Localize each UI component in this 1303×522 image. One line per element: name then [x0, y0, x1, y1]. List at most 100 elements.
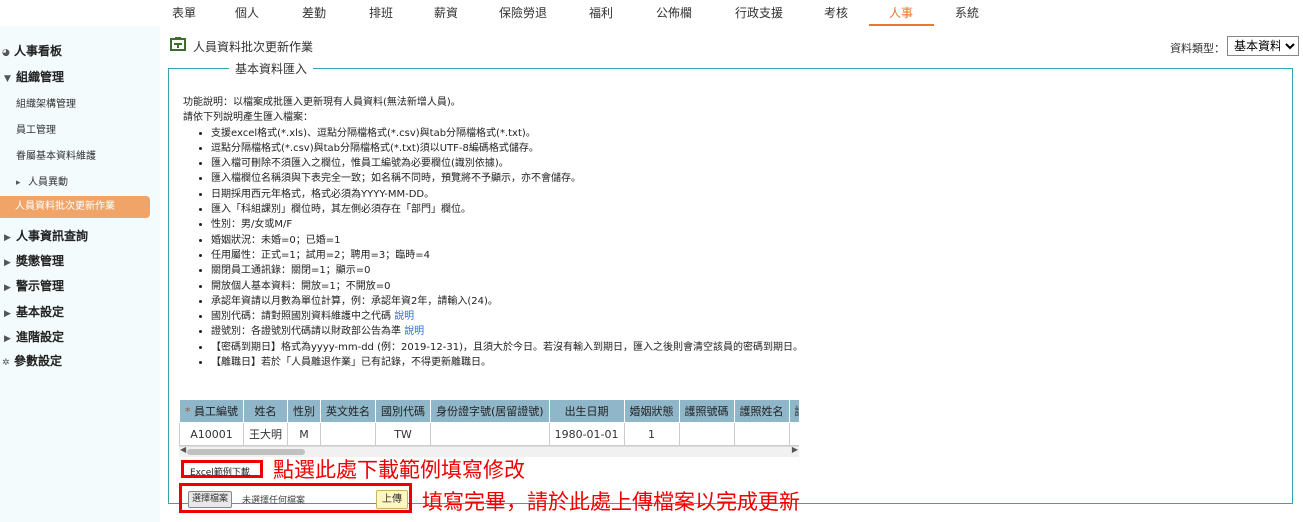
- instructions: 功能說明：以檔案成批匯入更新現有人員資料(無法新增人員)。 請依下列說明產生匯入…: [183, 95, 803, 370]
- col-header: 護照號碼: [678, 399, 735, 423]
- sidebar-item-basic[interactable]: ▶ 基本設定: [4, 303, 164, 320]
- download-highlight-box: Excel範例下載: [181, 460, 263, 478]
- scroll-right-icon[interactable]: ▶: [792, 445, 798, 454]
- sidebar-item-org-structure[interactable]: 組織架構管理: [16, 95, 176, 110]
- instruction-item: 【離職日】若於「人員離退作業」已有記錄，不得更新離職日。: [211, 355, 803, 370]
- col-header: 婚姻狀態: [623, 399, 680, 423]
- sidebar-item-advanced[interactable]: ▶ 進階設定: [4, 328, 164, 345]
- table-cell: 王大明: [243, 422, 288, 446]
- instruction-item: 任用屬性：正式=1；試用=2；聘用=3；臨時=4: [211, 248, 803, 263]
- nav-shift[interactable]: 排班: [369, 4, 393, 21]
- caret-right-icon: ▸: [16, 178, 21, 188]
- instruction-item: 關閉員工通訊錄：關閉=1；顯示=0: [211, 263, 803, 278]
- instruction-item: 國別代碼：請對照國別資料維護中之代碼 說明: [211, 309, 803, 324]
- col-header: 姓名: [243, 399, 288, 423]
- sidebar-item-params[interactable]: ✲ 參數設定: [2, 352, 162, 369]
- table-cell: [678, 422, 735, 446]
- instruction-text: 證號別：各證號別代碼請以財政部公告為準: [211, 326, 401, 338]
- caret-right-icon: ▶: [4, 334, 11, 344]
- instruction-list: 支援excel格式(*.xls)、逗點分隔檔格式(*.csv)與tab分隔檔格式…: [183, 126, 803, 371]
- sidebar-item-label: 基本設定: [16, 305, 65, 319]
- table-cell: [733, 422, 790, 446]
- col-header: * 員工編號: [179, 399, 244, 423]
- org-chart-icon: [170, 37, 186, 51]
- scroll-left-icon[interactable]: ◀: [180, 445, 186, 454]
- download-annotation: 點選此處下載範例填寫修改: [273, 458, 525, 482]
- import-panel: 基本資料匯入 功能說明：以檔案成批匯入更新現有人員資料(無法新增人員)。 請依下…: [168, 60, 1293, 514]
- sidebar-item-label: 人員異動: [28, 177, 68, 188]
- sidebar-item-label: 獎懲管理: [16, 254, 65, 268]
- nav-salary[interactable]: 薪資: [434, 4, 458, 21]
- nav-system[interactable]: 系統: [955, 4, 979, 21]
- sidebar-item-batch-update[interactable]: 人員資料批次更新作業: [0, 196, 150, 218]
- country-code-help-link[interactable]: 說明: [394, 311, 414, 322]
- data-type-label: 資料類型：: [1170, 42, 1225, 55]
- sidebar-item-org[interactable]: ▼ 組織管理: [4, 68, 164, 85]
- table-cell: 0: [788, 422, 799, 446]
- sidebar-item-label: 人事看板: [14, 44, 63, 58]
- template-table: * 員工編號 姓名 性別 英文姓名 國別代碼 身份證字號(居留證號) 出生日期 …: [179, 399, 799, 446]
- excel-sample-download-button[interactable]: Excel範例下載: [190, 465, 250, 478]
- pie-chart-icon: ◕: [2, 48, 10, 58]
- sidebar-item-employee-mgmt[interactable]: 員工管理: [16, 121, 176, 136]
- top-navigation: 表單 個人 差勤 排班 薪資 保險勞退 福利 公佈欄 行政支援 考核 人事 系統: [0, 0, 1303, 26]
- table-cell: TW: [375, 422, 431, 446]
- instruction-item: 【密碼到期日】格式為yyyy-mm-dd (例：2019-12-31)，且須大於…: [211, 340, 803, 355]
- instruction-intro: 功能說明：以檔案成批匯入更新現有人員資料(無法新增人員)。: [183, 97, 461, 108]
- col-header: 國別代碼: [375, 399, 431, 423]
- data-type-select[interactable]: 基本資料: [1227, 36, 1299, 56]
- instruction-item: 婚姻狀況：未婚=0；已婚=1: [211, 233, 803, 248]
- nav-attendance[interactable]: 差勤: [302, 4, 326, 21]
- instruction-item: 日期採用西元年格式，格式必須為YYYY-MM-DD。: [211, 187, 803, 202]
- col-header-label: 員工編號: [194, 405, 238, 418]
- sidebar-item-dashboard[interactable]: ◕ 人事看板: [2, 42, 162, 59]
- choose-file-button[interactable]: 選擇檔案: [188, 491, 233, 508]
- caret-right-icon: ▶: [4, 283, 11, 293]
- nav-insurance[interactable]: 保險勞退: [499, 4, 547, 21]
- instruction-item: 承認年資請以月數為單位計算，例：承認年資2年，請輸入(24)。: [211, 294, 803, 309]
- id-type-help-link[interactable]: 說明: [404, 326, 424, 337]
- nav-admin-support[interactable]: 行政支援: [735, 4, 783, 21]
- col-header: 英文姓名: [320, 399, 376, 423]
- required-mark: *: [185, 405, 191, 418]
- instruction-item: 逗點分隔檔格式(*.csv)與tab分隔檔格式(*.txt)須以UTF-8編碼格…: [211, 141, 803, 156]
- col-header: 性別: [287, 399, 321, 423]
- col-header: 身份證字號(居留證號): [430, 399, 550, 423]
- nav-welfare[interactable]: 福利: [589, 4, 613, 21]
- sidebar-item-label: 參數設定: [14, 354, 63, 368]
- col-header: 證號別: [788, 399, 799, 423]
- instruction-item: 性別：男/女或M/F: [211, 217, 803, 232]
- sidebar-item-label: 警示管理: [16, 279, 65, 293]
- sidebar-item-label: 人事資訊查詢: [16, 229, 89, 243]
- sidebar-item-alert[interactable]: ▶ 警示管理: [4, 277, 164, 294]
- file-status-text: 未選擇任何檔案: [242, 496, 306, 506]
- nav-bulletin[interactable]: 公佈欄: [656, 4, 692, 21]
- instruction-item: 匯入「科組課別」欄位時，其左側必須存在「部門」欄位。: [211, 202, 803, 217]
- upload-button[interactable]: 上傳: [376, 490, 408, 509]
- table-cell: 1: [623, 422, 680, 446]
- instruction-item: 開放個人基本資料：開放=1；不開放=0: [211, 279, 803, 294]
- page-title: 人員資料批次更新作業: [193, 40, 314, 54]
- table-cell: 1980-01-01: [548, 422, 625, 446]
- nav-evaluation[interactable]: 考核: [824, 4, 848, 21]
- upload-annotation: 填寫完畢，請於此處上傳檔案以完成更新: [422, 490, 800, 514]
- sidebar-item-reward[interactable]: ▶ 獎懲管理: [4, 252, 164, 269]
- nav-hr[interactable]: 人事: [889, 4, 913, 21]
- instruction-item: 支援excel格式(*.xls)、逗點分隔檔格式(*.csv)與tab分隔檔格式…: [211, 126, 803, 141]
- sidebar-item-label: 進階設定: [16, 330, 65, 344]
- table-row: A10001 王大明 M TW 1980-01-01 1 0: [179, 422, 799, 446]
- nav-personal[interactable]: 個人: [235, 4, 259, 21]
- instruction-item: 證號別：各證號別代碼請以財政部公告為準 說明: [211, 324, 803, 339]
- sidebar-item-query[interactable]: ▶ 人事資訊查詢: [4, 227, 164, 244]
- table-header-row: * 員工編號 姓名 性別 英文姓名 國別代碼 身份證字號(居留證號) 出生日期 …: [179, 399, 799, 423]
- instruction-item: 匯入檔欄位名稱須與下表完全一致；如名稱不同時，預覽將不予顯示，亦不會儲存。: [211, 171, 803, 186]
- sidebar-item-change[interactable]: ▸ 人員異動: [16, 173, 176, 188]
- gear-icon: ✲: [2, 358, 10, 368]
- caret-right-icon: ▶: [4, 233, 11, 243]
- panel-legend: 基本資料匯入: [229, 60, 314, 77]
- nav-forms[interactable]: 表單: [172, 4, 196, 21]
- sidebar-item-family[interactable]: 眷屬基本資料維護: [16, 147, 176, 162]
- table-cell: [430, 422, 550, 446]
- upload-highlight-box: 選擇檔案 未選擇任何檔案 上傳: [179, 483, 412, 513]
- caret-right-icon: ▶: [4, 258, 11, 268]
